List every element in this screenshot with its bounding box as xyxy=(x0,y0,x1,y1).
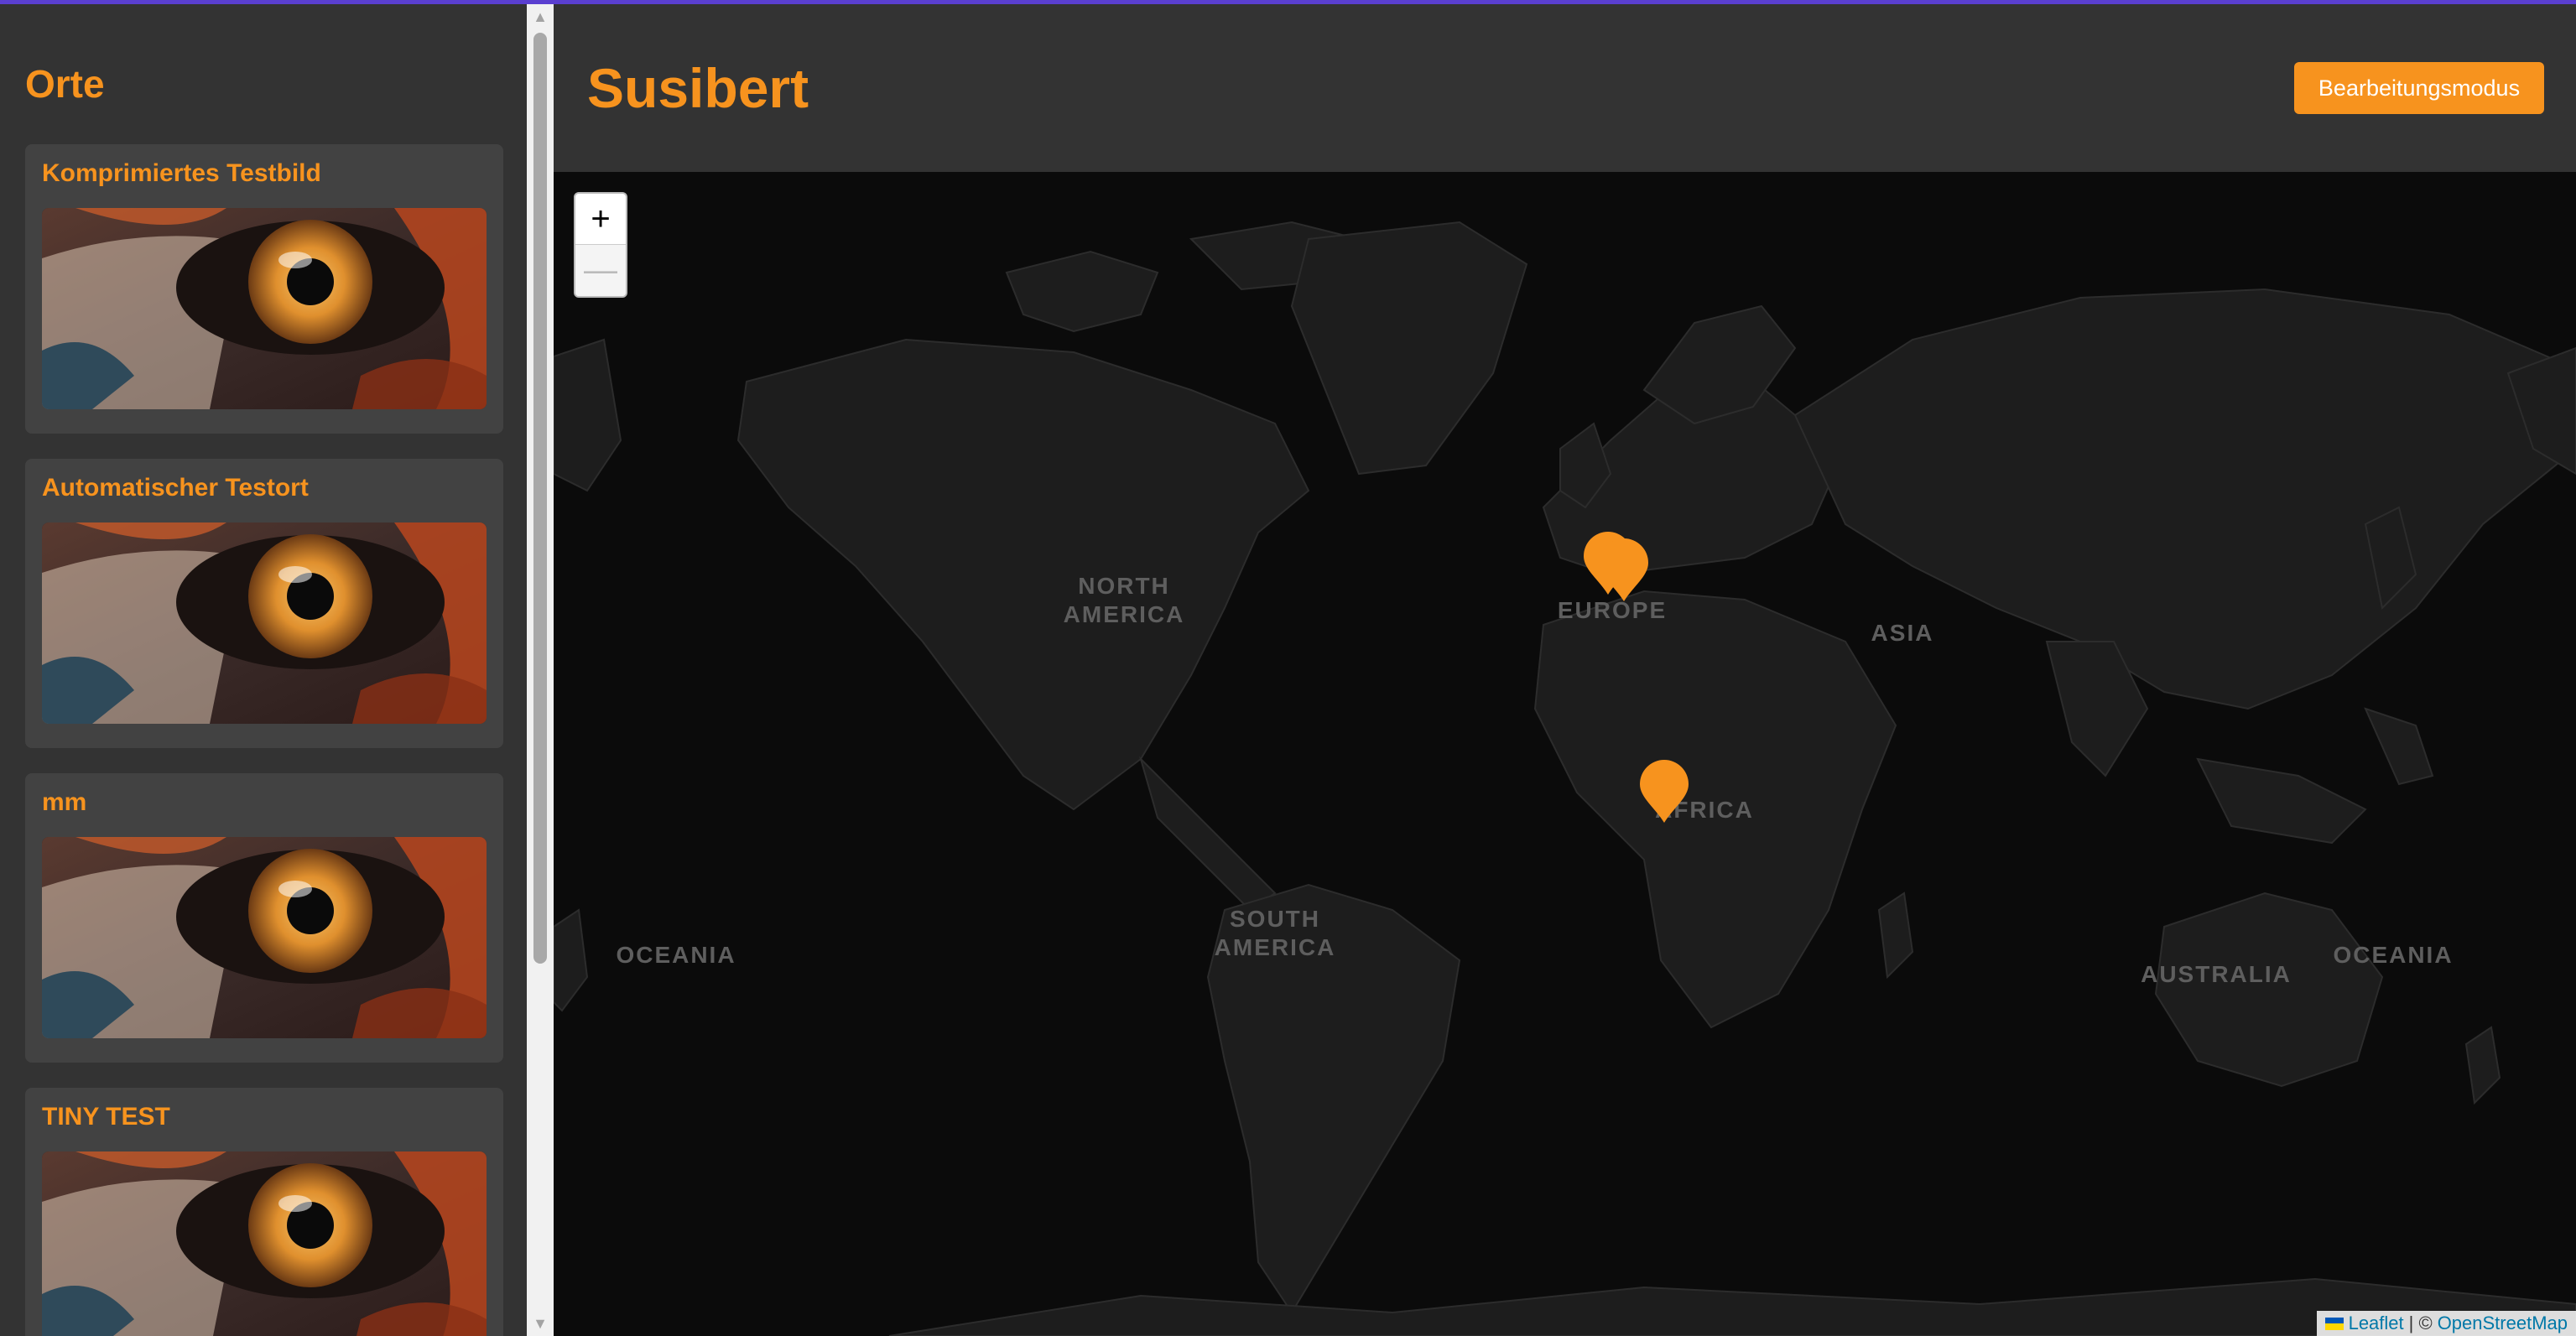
zoom-control: + — xyxy=(574,192,627,298)
map-attribution: Leaflet | © OpenStreetMap xyxy=(2316,1311,2576,1336)
zoom-out-button[interactable]: — xyxy=(575,245,626,296)
continent-label-australia: AUSTRALIA xyxy=(2141,961,2292,987)
scrollbar-thumb[interactable] xyxy=(533,33,547,964)
world-map[interactable]: NORTH AMERICA SOUTH AMERICA EUROPE ASIA … xyxy=(554,172,2576,1336)
ukraine-flag-icon xyxy=(2324,1317,2344,1330)
place-thumbnail[interactable] xyxy=(42,1151,487,1336)
world-map-tiles: NORTH AMERICA SOUTH AMERICA EUROPE ASIA … xyxy=(554,221,2576,1336)
places-sidebar: Orte Komprimiertes Testbild Automatische… xyxy=(0,4,527,1336)
sidebar-scrollbar[interactable]: ▲ ▼ xyxy=(527,4,554,1336)
sidebar-title: Orte xyxy=(25,62,105,106)
leaflet-link[interactable]: Leaflet xyxy=(2349,1313,2404,1334)
place-card[interactable]: TINY TEST xyxy=(25,1088,503,1336)
place-thumbnail[interactable] xyxy=(42,208,487,409)
continent-label-south-america-1: SOUTH xyxy=(1230,906,1320,932)
continent-label-north-america-2: AMERICA xyxy=(1064,601,1185,627)
place-card-title: Komprimiertes Testbild xyxy=(42,159,321,187)
attribution-separator: | © xyxy=(2408,1313,2433,1333)
scroll-down-arrow-icon[interactable]: ▼ xyxy=(527,1311,554,1336)
place-card[interactable]: mm xyxy=(25,773,503,1063)
continent-label-oceania-right: OCEANIA xyxy=(2333,942,2453,968)
zoom-in-button[interactable]: + xyxy=(575,194,626,245)
continent-label-asia: ASIA xyxy=(1871,620,1934,646)
map-marker-icon[interactable] xyxy=(1598,538,1650,603)
main-header: Susibert Bearbeitungsmodus xyxy=(554,4,2576,172)
edit-mode-button[interactable]: Bearbeitungsmodus xyxy=(2294,62,2544,114)
place-thumbnail[interactable] xyxy=(42,522,487,724)
scroll-up-arrow-icon[interactable]: ▲ xyxy=(527,4,554,29)
continent-label-north-america-1: NORTH xyxy=(1078,573,1170,599)
place-card[interactable]: Automatischer Testort xyxy=(25,459,503,748)
place-card-title: TINY TEST xyxy=(42,1103,170,1131)
continent-label-south-america-2: AMERICA xyxy=(1215,934,1336,960)
continent-label-oceania-left: OCEANIA xyxy=(616,942,736,968)
place-card[interactable]: Komprimiertes Testbild xyxy=(25,144,503,434)
page-title: Susibert xyxy=(587,57,809,119)
openstreetmap-link[interactable]: OpenStreetMap xyxy=(2438,1313,2568,1334)
place-card-title: mm xyxy=(42,788,87,816)
place-thumbnail[interactable] xyxy=(42,837,487,1038)
map-marker-icon[interactable] xyxy=(1638,759,1690,824)
place-card-title: Automatischer Testort xyxy=(42,474,309,502)
